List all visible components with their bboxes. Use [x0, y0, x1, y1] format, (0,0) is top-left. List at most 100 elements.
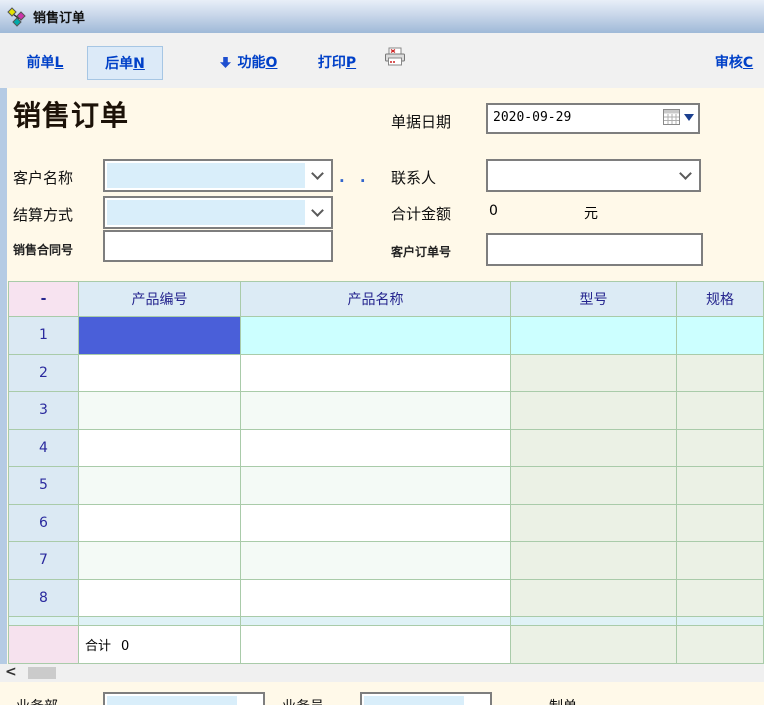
row-number-cell[interactable]: 6 [9, 505, 79, 543]
grid-cell[interactable] [511, 467, 677, 505]
total-value: 0 [121, 639, 129, 654]
grid-header-spec: 规格 [677, 282, 764, 317]
print-preview-button[interactable] [382, 46, 408, 80]
row-number-cell[interactable]: 5 [9, 467, 79, 505]
chevron-down-icon[interactable] [679, 167, 692, 180]
grid-cell[interactable] [511, 355, 677, 393]
total-row: 合计0 [9, 626, 764, 664]
doc-date-value: 2020-09-29 [493, 110, 571, 125]
table-row: 2 [9, 355, 764, 393]
product-grid: - 产品编号 产品名称 型号 规格 1 2 3 4 [8, 281, 764, 664]
customer-order-no-input[interactable] [486, 233, 703, 266]
grid-cell[interactable] [79, 467, 241, 505]
grid-cell[interactable] [79, 542, 241, 580]
grid-cell[interactable] [241, 580, 511, 618]
contract-no-input[interactable] [103, 230, 333, 262]
down-arrow-icon [219, 56, 232, 69]
doc-date-label: 单据日期 [391, 111, 451, 132]
grid-cell[interactable] [677, 505, 764, 543]
customer-name-label: 客户名称 [13, 167, 73, 188]
table-row: 4 [9, 430, 764, 468]
grid-body: 1 2 3 4 5 [9, 317, 764, 664]
date-dropdown-arrow[interactable] [684, 114, 694, 121]
dept-combobox[interactable] [103, 692, 265, 705]
sales-order-window: { "window": { "title": "销售订单" }, "toolba… [0, 0, 764, 705]
grid-cell[interactable] [79, 430, 241, 468]
grid-cell[interactable] [511, 542, 677, 580]
salesman-combobox[interactable] [360, 692, 492, 705]
table-row: 8 [9, 580, 764, 618]
row-number-cell[interactable]: 1 [9, 317, 79, 355]
table-row: 7 [9, 542, 764, 580]
selected-cell[interactable] [79, 317, 241, 355]
grid-cell[interactable] [511, 430, 677, 468]
settlement-combobox[interactable] [103, 196, 333, 229]
customer-name-combobox[interactable] [103, 159, 333, 192]
grid-cell[interactable] [241, 392, 511, 430]
grid-cell[interactable] [677, 430, 764, 468]
table-row: 3 [9, 392, 764, 430]
window-titlebar: 销售订单 [0, 0, 764, 33]
row-number-cell[interactable]: 4 [9, 430, 79, 468]
grid-cell[interactable] [511, 505, 677, 543]
doc-date-input[interactable]: 2020-09-29 [486, 103, 700, 134]
row-number-cell[interactable]: 3 [9, 392, 79, 430]
browse-dots-button[interactable]: . . [339, 168, 371, 186]
salesman-label: 业务员 [282, 696, 324, 705]
grid-cell[interactable] [241, 505, 511, 543]
grid-cell[interactable] [677, 467, 764, 505]
grid-cell[interactable] [79, 505, 241, 543]
grid-cell[interactable] [677, 392, 764, 430]
total-amount-unit: 元 [584, 203, 598, 223]
customer-order-no-label: 客户订单号 [391, 243, 451, 260]
chevron-down-icon[interactable] [311, 167, 324, 180]
chevron-down-icon[interactable] [311, 204, 324, 217]
scrollbar-thumb[interactable] [28, 667, 56, 679]
grid-header-product-name: 产品名称 [241, 282, 511, 317]
horizontal-scrollbar[interactable]: < [0, 664, 764, 682]
grid-header-model: 型号 [511, 282, 677, 317]
grid-header-product-code: 产品编号 [79, 282, 241, 317]
grid-cell[interactable] [241, 467, 511, 505]
grid-cell[interactable] [79, 355, 241, 393]
window-title: 销售订单 [33, 7, 85, 26]
grid-cell[interactable] [677, 317, 764, 355]
grid-cell[interactable] [511, 392, 677, 430]
table-row: 6 [9, 505, 764, 543]
grid-cell[interactable] [241, 542, 511, 580]
total-label-cell: 合计0 [79, 626, 241, 664]
grid-cell[interactable] [79, 580, 241, 618]
left-margin-strip [0, 88, 7, 664]
total-amount-label: 合计金额 [391, 203, 451, 224]
settlement-label: 结算方式 [13, 204, 73, 225]
calendar-icon[interactable] [663, 109, 680, 125]
grid-cell[interactable] [677, 355, 764, 393]
prev-order-button[interactable]: 前单L [18, 46, 72, 80]
dept-label: 业务部 [16, 696, 58, 705]
grid-cell[interactable] [511, 580, 677, 618]
maker-label: 制单 [549, 696, 577, 705]
grid-corner-header: - [9, 282, 79, 317]
scroll-left-arrow[interactable]: < [5, 664, 17, 680]
contact-combobox[interactable] [486, 159, 701, 192]
grid-cell[interactable] [79, 392, 241, 430]
row-number-cell[interactable]: 8 [9, 580, 79, 618]
grid-cell[interactable] [241, 430, 511, 468]
empty-spacer-row [9, 617, 764, 626]
row-number-cell[interactable]: 7 [9, 542, 79, 580]
audit-button[interactable]: 审核C [707, 46, 761, 80]
grid-cell[interactable] [241, 355, 511, 393]
grid-cell[interactable] [677, 580, 764, 618]
printer-icon [384, 47, 406, 67]
functions-button[interactable]: 功能O [203, 46, 293, 80]
toolbar: 前单L 后单N 功能O 打印P 审核C [0, 33, 764, 88]
grid-cell[interactable] [677, 542, 764, 580]
grid-cell[interactable] [241, 317, 511, 355]
app-icon [7, 7, 27, 27]
page-title: 销售订单 [13, 94, 129, 134]
print-button[interactable]: 打印P [310, 46, 364, 80]
next-order-button[interactable]: 后单N [87, 46, 163, 80]
contact-label: 联系人 [391, 167, 436, 188]
grid-cell[interactable] [511, 317, 677, 355]
row-number-cell[interactable]: 2 [9, 355, 79, 393]
